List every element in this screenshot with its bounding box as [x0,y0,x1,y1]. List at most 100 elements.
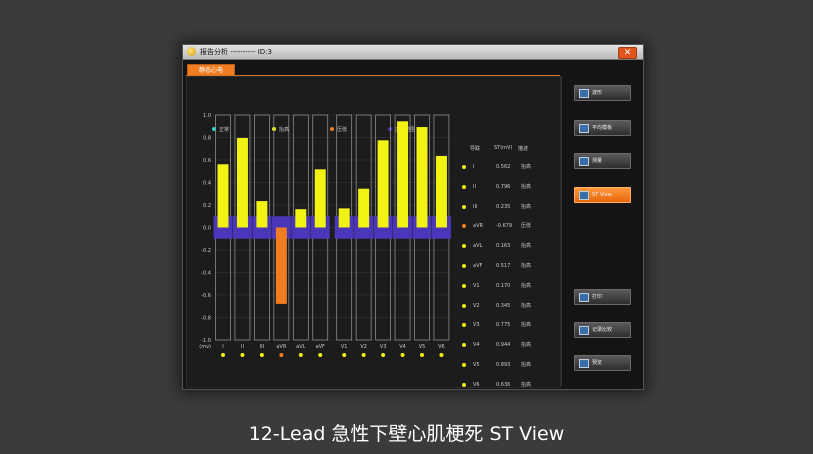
compare-icon [579,326,589,335]
waveform-button[interactable]: 波形 [574,85,631,101]
st-view-icon [579,191,589,200]
table-header-st: ST(mV) [494,145,513,151]
average-template-button[interactable]: 平均模板 [574,120,631,136]
button-label: 打印 [592,294,603,300]
y-axis-label: (mv) [199,344,211,350]
measure-button[interactable]: 测量 [574,153,631,169]
x-tick-label: aVL [296,344,305,350]
lead-name: aVL [473,243,483,250]
status-dot [298,353,303,357]
x-tick-label: II [241,344,244,350]
st-description: 抬高 [521,362,532,368]
st-bar-V1 [338,208,350,228]
status-dot [361,353,366,357]
status-dot [240,353,245,357]
x-tick-label: V6 [438,344,445,350]
st-bar-aVR [275,227,287,304]
status-dot [221,353,225,357]
status-dot [462,264,466,268]
status-dot [279,353,284,357]
st-bar-aVL [295,209,307,228]
table-header-desc: 描述 [518,146,529,152]
title-bar[interactable]: 报告分析 ---------- ID:3 ✕ [183,45,643,60]
lead-name: aVR [473,223,483,230]
status-dot [400,353,405,357]
st-value: 0.944 [496,342,511,349]
record-compare-button[interactable]: 记录比较 [574,322,631,338]
printer-icon [579,293,589,302]
st-bar-III [256,201,268,228]
x-tick-label: V5 [419,344,426,350]
print-button[interactable]: 打印 [574,289,631,305]
st-bar-V2 [358,188,370,228]
table-row: aVL 0.163 抬高 [459,242,549,250]
st-description: 压低 [521,223,532,230]
table-row: V3 0.775 抬高 [459,321,549,329]
st-value: 0.235 [496,203,511,210]
st-bar-V6 [435,155,447,228]
preview-button[interactable]: 预览 [574,355,631,371]
status-dot [462,204,466,209]
button-label: 测量 [592,158,603,164]
status-dot [318,353,323,357]
y-tick-label: -0.4 [201,271,211,277]
st-view-button[interactable]: ST View [574,187,631,203]
st-value: 0.517 [496,263,511,269]
table-row: aVR -0.679 压低 [459,222,549,230]
st-value: 0.775 [496,322,511,329]
measure-icon [579,157,589,166]
st-bar-V5 [416,127,428,228]
lead-name: I [473,164,475,170]
st-description: 抬高 [521,342,532,349]
st-description: 抬高 [521,381,532,388]
lead-name: V6 [473,381,480,388]
lead-name: V4 [473,342,480,349]
st-value: 0.170 [496,282,511,289]
table-row: V1 0.170 抬高 [459,282,549,290]
x-tick-label: V4 [399,344,406,350]
st-description: 抬高 [521,302,532,309]
x-tick-label: aVR [276,344,286,350]
lead-name: V2 [473,302,480,309]
table-row: V5 0.893 抬高 [459,361,549,369]
lead-name: V5 [473,362,480,368]
st-analysis-window: 报告分析 ---------- ID:3 ✕ 静态心电 正常抬高压低正常范围 1… [182,44,644,390]
st-description: 抬高 [521,203,532,210]
preview-icon [579,359,589,368]
table-row: I 0.562 抬高 [459,163,549,171]
status-dot [462,343,466,348]
st-description: 抬高 [521,183,532,190]
status-dot [462,303,466,308]
window-title: 报告分析 ---------- ID:3 [200,48,272,56]
y-tick-label: -0.2 [201,248,211,254]
lead-name: II [473,183,476,190]
table-row: II 0.796 抬高 [459,183,549,191]
y-tick-label: 0.6 [203,158,211,164]
status-dot [420,353,424,357]
table-header-lead: 导联 [470,146,481,152]
st-description: 抬高 [521,164,532,170]
close-button[interactable]: ✕ [618,47,637,59]
lead-name: V3 [473,322,480,329]
status-dot [462,224,466,229]
status-dot [462,382,466,387]
waveform-icon [579,89,589,98]
button-label: 波形 [592,90,603,96]
st-value: 0.562 [496,164,511,170]
sidebar: 波形平均模板测量 ST View 打印记录比较预览 [561,76,640,386]
status-dot [381,353,386,357]
status-dot [462,244,466,249]
st-bar-I [217,164,229,228]
x-tick-label: III [260,344,264,350]
y-tick-label: 0.8 [203,136,211,142]
st-description: 抬高 [521,282,532,289]
table-row: V2 0.345 抬高 [459,302,549,310]
table-row: III 0.235 抬高 [459,203,549,211]
st-view-panel: 正常抬高压低正常范围 1.00.80.60.40.20.0-0.2-0.4-0.… [186,76,561,388]
status-dot [462,283,466,288]
caption: 12-Lead 急性下壁心肌梗死 ST View [248,423,565,445]
st-description: 抬高 [521,322,532,329]
st-bar-II [236,137,248,228]
x-tick-label: aVF [316,344,325,350]
st-value: 0.893 [496,362,511,368]
